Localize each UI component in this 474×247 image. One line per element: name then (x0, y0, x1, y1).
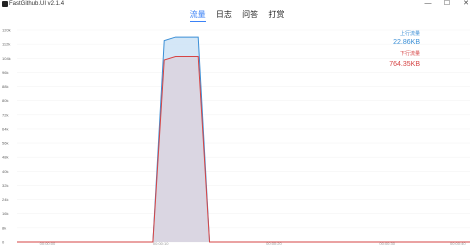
y-tick-label: 120k (2, 28, 11, 33)
y-tick-label: 96k (2, 70, 8, 75)
tab-bar: 流量 日志 问答 打赏 (0, 9, 474, 22)
tab-donate[interactable]: 打赏 (268, 9, 284, 21)
window-title: FastGithub.UI v2.1.4 (9, 1, 65, 7)
x-tick-label: 00:00:00 (40, 241, 56, 246)
y-tick-label: 0 (2, 240, 5, 245)
x-tick-label: 00:00:40 (450, 241, 466, 246)
x-tick-label: 00:00:20 (266, 241, 282, 246)
y-tick-label: 88k (2, 84, 8, 89)
tab-logs[interactable]: 日志 (216, 9, 232, 21)
y-axis: 0 8k 16k 24k 32k 40k 48k 56k 64k 72k 80k 88k 96k 104k… (2, 28, 11, 245)
tab-traffic[interactable]: 流量 (189, 9, 206, 22)
y-tick-label: 56k (2, 141, 8, 146)
y-tick-label: 32k (2, 183, 8, 188)
y-tick-label: 24k (2, 197, 8, 202)
y-tick-label: 16k (2, 211, 8, 216)
legend-download-label: 下行流量 (400, 50, 420, 57)
tab-faq[interactable]: 问答 (242, 9, 258, 21)
legend-download-value: 764.35KB (389, 61, 420, 68)
y-tick-label: 48k (2, 155, 8, 160)
close-button[interactable]: ✕ (460, 0, 472, 8)
legend-upload-value: 22.86KB (393, 39, 420, 46)
app-logo-icon (2, 1, 8, 7)
y-tick-label: 72k (2, 112, 8, 117)
y-tick-label: 40k (2, 169, 8, 174)
y-tick-label: 112k (2, 42, 10, 47)
legend: 上行流量 22.86KB 下行流量 764.35KB (389, 30, 420, 68)
y-tick-label: 64k (2, 126, 8, 131)
y-tick-label: 8k (2, 225, 6, 230)
maximize-button[interactable]: ☐ (441, 0, 453, 8)
x-tick-label: 00:00:10 (153, 241, 169, 246)
download-series-line (17, 56, 470, 243)
legend-upload-label: 上行流量 (400, 30, 420, 37)
x-tick-label: 00:00:30 (379, 241, 395, 246)
y-tick-label: 104k (2, 56, 11, 61)
minimize-button[interactable]: — (422, 0, 434, 8)
download-series-area (17, 56, 470, 242)
y-tick-label: 80k (2, 98, 8, 103)
traffic-chart: 0 8k 16k 24k 32k 40k 48k 56k 64k 72k 80k 88k 96k 104k… (2, 28, 470, 246)
